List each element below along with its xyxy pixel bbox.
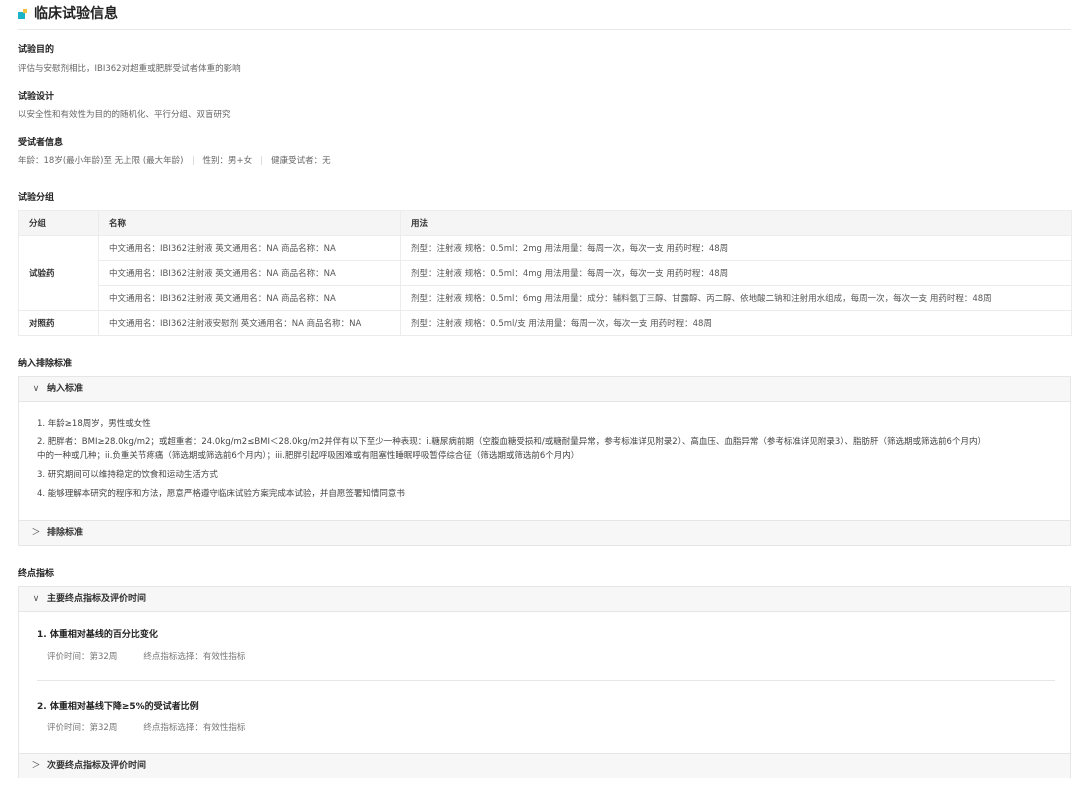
endpoint-time: 评价时间：第32周 [47,723,118,733]
endpoint-time: 评价时间：第32周 [47,652,118,662]
inclusion-panel-body: 1. 年龄≥18周岁，男性或女性 2. 肥胖者：BMI≥28.0kg/m2；或超… [19,402,1070,520]
groups-label: 试验分组 [18,193,55,203]
subjects-gender: 性别：男+女 [202,156,253,166]
endpoint-meta: 评价时间：第32周 终点指标选择：有效性指标 [47,722,245,734]
divider [192,156,194,165]
page-header: 临床试验信息 [18,5,1071,30]
name-cell: 中文通用名：IBI362注射液 英文通用名：NA 商品名称：NA [98,285,401,311]
page-title: 临床试验信息 [34,6,118,22]
secondary-endpoints-header[interactable]: ＞ 次要终点指标及评价时间 [19,753,1070,778]
table-row: 对照药 中文通用名：IBI362注射液安慰剂 英文通用名：NA 商品名称：NA … [18,310,1072,336]
name-cell: 中文通用名：IBI362注射液 英文通用名：NA 商品名称：NA [98,235,401,261]
secondary-endpoints-title: 次要终点指标及评价时间 [47,761,147,771]
exclusion-panel-title: 排除标准 [47,528,84,538]
primary-endpoints-body: 1. 体重相对基线的百分比变化 评价时间：第32周 终点指标选择：有效性指标 2.… [19,612,1070,753]
table-header-name: 名称 [98,210,401,236]
table-row: 中文通用名：IBI362注射液 英文通用名：NA 商品名称：NA 剂型：注射液 … [19,285,1072,311]
list-item: 4. 能够理解本研究的程序和方法，愿意严格遵守临床试验方案完成本试验，并自愿签署… [37,489,405,499]
table-header-group: 分组 [18,210,99,236]
group-cell-control-drug: 对照药 [18,310,99,336]
exclusion-panel-header[interactable]: ＞ 排除标准 [19,520,1070,545]
primary-endpoints-title: 主要终点指标及评价时间 [47,594,147,604]
list-item: 3. 研究期间可以维持稳定的饮食和运动生活方式 [37,470,218,480]
endpoint-title: 1. 体重相对基线的百分比变化 [37,630,158,640]
chevron-right-icon: ＞ [31,761,41,771]
usage-cell: 剂型：注射液 规格：0.5ml：6mg 用法用量：成分：辅料氨丁三醇、甘露醇、丙… [400,285,1072,311]
endpoint-meta: 评价时间：第32周 终点指标选择：有效性指标 [47,651,245,663]
groups-table: 分组 名称 用法 试验药 中文通用名：IBI362注射液 英文通用名：NA 商品… [18,210,1072,336]
chevron-right-icon: ＞ [31,528,41,538]
objective-label: 试验目的 [18,45,55,55]
subjects-info: 年龄：18岁(最小年龄)至 无上限 (最大年龄) 性别：男+女 健康受试者：无 [18,156,331,167]
endpoint-title: 2. 体重相对基线下降≥5%的受试者比例 [37,702,199,712]
group-cell-test-drug: 试验药 [18,235,99,311]
criteria-collapse: ∨ 纳入标准 1. 年龄≥18周岁，男性或女性 2. 肥胖者：BMI≥28.0k… [18,376,1071,546]
inclusion-panel-header[interactable]: ∨ 纳入标准 [19,377,1070,402]
endpoints-collapse: ∨ 主要终点指标及评价时间 1. 体重相对基线的百分比变化 评价时间：第32周终… [18,586,1071,778]
primary-endpoints-header[interactable]: ∨ 主要终点指标及评价时间 [19,587,1070,612]
table-row: 中文通用名：IBI362注射液 英文通用名：NA 商品名称：NA 剂型：注射液 … [19,260,1072,286]
section-mark-icon [18,9,28,19]
name-cell: 中文通用名：IBI362注射液 英文通用名：NA 商品名称：NA [98,260,401,286]
divider [261,156,263,165]
chevron-down-icon: ∨ [32,594,40,604]
list-item: 1. 年龄≥18周岁，男性或女性 [37,419,151,429]
subjects-healthy: 健康受试者：无 [271,156,331,166]
usage-cell: 剂型：注射液 规格：0.5ml/支 用法用量：每周一次，每次一支 用药时程：48… [400,310,1072,336]
list-item: 2. 肥胖者：BMI≥28.0kg/m2；或超重者：24.0kg/m2≤BMI＜… [37,437,986,447]
subjects-label: 受试者信息 [18,138,64,148]
endpoint-type: 终点指标选择：有效性指标 [143,723,246,733]
endpoints-label: 终点指标 [18,569,55,579]
design-label: 试验设计 [18,92,55,102]
endpoint-type: 终点指标选择：有效性指标 [143,652,246,662]
divider [37,680,1055,681]
name-cell: 中文通用名：IBI362注射液安慰剂 英文通用名：NA 商品名称：NA [98,310,401,336]
chevron-down-icon: ∨ [32,384,40,394]
objective-text: 评估与安慰剂相比，IBI362对超重或肥胖受试者体重的影响 [18,64,241,74]
trial-info-page: 临床试验信息 试验目的 评估与安慰剂相比，IBI362对超重或肥胖受试者体重的影… [0,0,1080,788]
list-item-continued: 中的一种或几种；ii.负重关节疼痛（筛选期或筛选前6个月内）；iii.肥胖引起呼… [37,451,580,461]
design-text: 以安全性和有效性为目的的随机化、平行分组、双盲研究 [18,110,231,120]
table-header-row: 分组 名称 用法 [18,210,1072,236]
inclusion-panel-title: 纳入标准 [47,384,84,394]
table-row: 试验药 中文通用名：IBI362注射液 英文通用名：NA 商品名称：NA 剂型：… [18,235,1072,311]
subjects-age: 年龄：18岁(最小年龄)至 无上限 (最大年龄) [18,156,184,166]
table-header-usage: 用法 [400,210,1072,236]
usage-cell: 剂型：注射液 规格：0.5ml：2mg 用法用量：每周一次，每次一支 用药时程：… [400,235,1072,261]
criteria-label: 纳入排除标准 [18,359,73,369]
usage-cell: 剂型：注射液 规格：0.5ml：4mg 用法用量：每周一次，每次一支 用药时程：… [400,260,1072,286]
